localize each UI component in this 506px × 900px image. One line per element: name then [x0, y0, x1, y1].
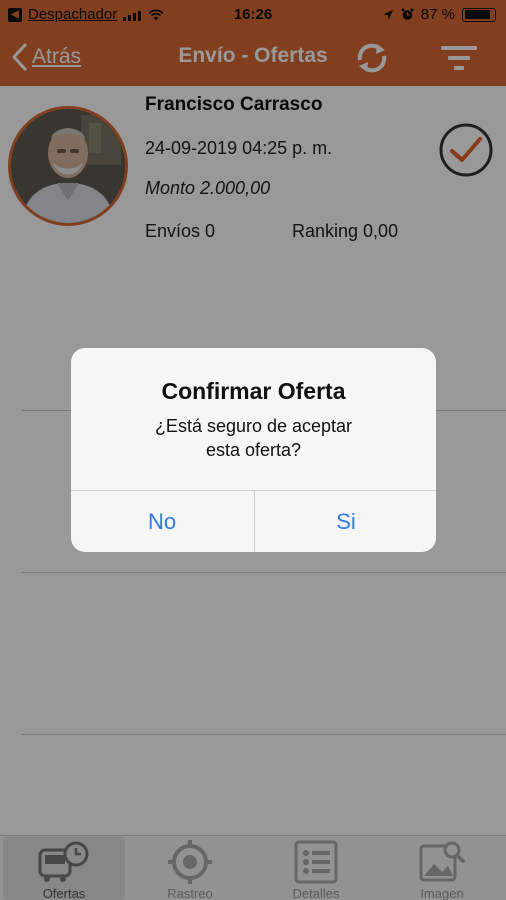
no-button[interactable]: No — [71, 491, 253, 552]
dialog-message-line: ¿Está seguro de aceptar — [154, 416, 353, 436]
dialog-title: Confirmar Oferta — [161, 378, 346, 404]
dialog-message: ¿Está seguro de aceptar esta oferta? — [91, 414, 416, 462]
dialog-message-line: esta oferta? — [205, 440, 302, 460]
confirm-offer-dialog: Confirmar Oferta ¿Está seguro de aceptar… — [71, 348, 436, 552]
yes-button[interactable]: Si — [255, 491, 436, 552]
